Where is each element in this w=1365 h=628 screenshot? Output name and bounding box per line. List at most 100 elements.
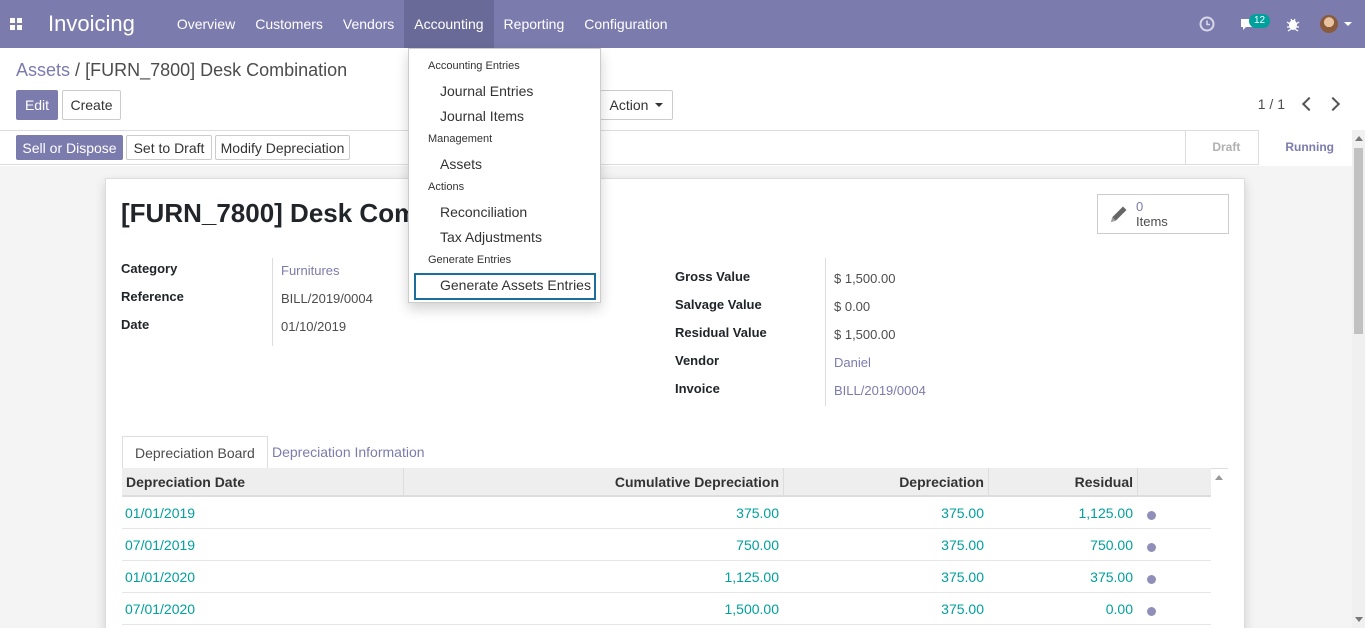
page-scrollbar[interactable] (1352, 130, 1365, 628)
breadcrumb-current: [FURN_7800] Desk Combination (85, 60, 348, 80)
sell-or-dispose-button[interactable]: Sell or Dispose (16, 135, 123, 160)
chevron-left-icon[interactable] (1301, 96, 1317, 112)
clock-icon[interactable] (1187, 0, 1227, 48)
row-date: 01/01/2020 (125, 569, 196, 585)
breadcrumb-parent[interactable]: Assets (16, 60, 70, 80)
column-separator (403, 468, 404, 497)
table-row[interactable]: 07/01/2019 750.00 375.00 750.00 (122, 529, 1211, 561)
row-residual: 750.00 (1090, 537, 1133, 553)
date-value: 01/10/2019 (281, 319, 347, 334)
menu-reporting[interactable]: Reporting (494, 0, 575, 48)
scroll-down-icon[interactable] (1355, 617, 1363, 622)
menu-item-reconciliation[interactable]: Reconciliation (440, 204, 527, 220)
invoice-value[interactable]: BILL/2019/0004 (834, 383, 926, 398)
scroll-up-icon[interactable] (1355, 136, 1363, 141)
residual-value: $ 1,500.00 (834, 327, 896, 342)
row-cumulative: 750.00 (736, 537, 779, 553)
col-depreciation[interactable]: Depreciation (899, 468, 984, 497)
column-separator (988, 468, 989, 497)
navbar-systray: 12 (1187, 0, 1365, 48)
status-dot-icon[interactable] (1147, 607, 1156, 616)
items-count: 0 (1136, 199, 1144, 214)
col-depreciation-date[interactable]: Depreciation Date (126, 468, 245, 497)
main-menu: Overview Customers Vendors Accounting Re… (167, 0, 678, 48)
row-date: 07/01/2020 (125, 601, 196, 617)
col-residual[interactable]: Residual (1075, 468, 1133, 497)
scroll-thumb[interactable] (1354, 148, 1363, 334)
invoice-label: Invoice (675, 381, 720, 396)
menu-item-assets[interactable]: Assets (440, 156, 482, 172)
row-depreciation: 375.00 (941, 505, 984, 521)
stage-running[interactable]: Running (1258, 130, 1352, 165)
gross-value-label: Gross Value (675, 269, 751, 284)
status-dot-icon[interactable] (1147, 543, 1156, 552)
pencil-icon (1111, 206, 1127, 222)
menu-accounting[interactable]: Accounting (404, 0, 494, 48)
col-cumulative-depreciation[interactable]: Cumulative Depreciation (615, 468, 779, 497)
vendor-value[interactable]: Daniel (834, 355, 871, 370)
dropdown-header-generate-entries: Generate Entries (428, 254, 512, 266)
field-divider (825, 258, 826, 406)
menu-vendors[interactable]: Vendors (333, 0, 404, 48)
table-row[interactable]: 01/01/2019 375.00 375.00 1,125.00 (122, 497, 1211, 529)
app-title: Invoicing (48, 11, 135, 36)
set-to-draft-button[interactable]: Set to Draft (126, 135, 212, 160)
edit-button[interactable]: Edit (16, 90, 58, 120)
stage-draft[interactable]: Draft (1185, 130, 1258, 165)
action-label: Action (609, 97, 649, 113)
chat-icon[interactable]: 12 (1227, 0, 1271, 48)
menu-item-tax-adjustments[interactable]: Tax Adjustments (440, 229, 542, 245)
row-cumulative: 1,500.00 (724, 601, 780, 617)
create-button[interactable]: Create (62, 90, 121, 120)
dropdown-header-management: Management (428, 133, 493, 145)
items-smart-button[interactable]: 0 Items (1097, 194, 1229, 234)
table-header: Depreciation Date Cumulative Depreciatio… (122, 468, 1211, 497)
pager-value[interactable]: 1 / 1 (1258, 96, 1285, 112)
tab-depreciation-board[interactable]: Depreciation Board (122, 436, 268, 470)
row-residual: 375.00 (1090, 569, 1133, 585)
salvage-value: $ 0.00 (834, 299, 871, 314)
breadcrumb: Assets / [FURN_7800] Desk Combination (16, 60, 347, 81)
row-cumulative: 1,125.00 (724, 569, 780, 585)
menu-customers[interactable]: Customers (245, 0, 333, 48)
reference-value: BILL/2019/0004 (281, 291, 373, 306)
salvage-value-label: Salvage Value (675, 297, 762, 312)
action-dropdown-button[interactable]: Action (600, 90, 673, 120)
menu-item-generate-assets-entries[interactable]: Generate Assets Entries (440, 277, 591, 293)
user-menu[interactable] (1313, 0, 1359, 48)
accounting-dropdown-menu: Accounting Entries Journal Entries Journ… (408, 48, 601, 303)
row-date: 01/01/2019 (125, 505, 196, 521)
date-label: Date (121, 317, 150, 332)
chevron-down-icon (1344, 22, 1352, 26)
status-stages: Draft Running (1185, 130, 1352, 165)
row-residual: 0.00 (1105, 601, 1133, 617)
tab-depreciation-information[interactable]: Depreciation Information (260, 436, 437, 469)
row-date: 07/01/2019 (125, 537, 196, 553)
residual-value-label: Residual Value (675, 325, 767, 340)
notebook-tabs: Depreciation Board Depreciation Informat… (122, 436, 1228, 470)
menu-item-journal-items[interactable]: Journal Items (440, 108, 524, 124)
avatar (1320, 15, 1338, 33)
category-value[interactable]: Furnitures (281, 263, 340, 278)
table-row[interactable]: 07/01/2020 1,500.00 375.00 0.00 (122, 593, 1211, 625)
status-dot-icon[interactable] (1147, 575, 1156, 584)
reference-label: Reference (121, 289, 184, 304)
status-dot-icon[interactable] (1147, 511, 1156, 520)
table-row[interactable]: 01/01/2020 1,125.00 375.00 375.00 (122, 561, 1211, 593)
dropdown-header-accounting-entries: Accounting Entries (428, 60, 520, 72)
menu-configuration[interactable]: Configuration (574, 0, 677, 48)
table-scroll-up-icon[interactable] (1215, 475, 1223, 480)
menu-item-journal-entries[interactable]: Journal Entries (440, 83, 533, 99)
items-label: Items (1136, 214, 1168, 229)
modify-depreciation-button[interactable]: Modify Depreciation (215, 135, 350, 160)
record-title: [FURN_7800] Desk Com (121, 198, 418, 228)
row-depreciation: 375.00 (941, 537, 984, 553)
menu-overview[interactable]: Overview (167, 0, 245, 48)
bug-icon[interactable] (1273, 0, 1313, 48)
chevron-right-icon[interactable] (1325, 96, 1341, 112)
row-cumulative: 375.00 (736, 505, 779, 521)
column-separator (783, 468, 784, 497)
gross-value: $ 1,500.00 (834, 271, 896, 286)
caret-down-icon (655, 103, 664, 107)
apps-icon[interactable] (0, 0, 32, 48)
